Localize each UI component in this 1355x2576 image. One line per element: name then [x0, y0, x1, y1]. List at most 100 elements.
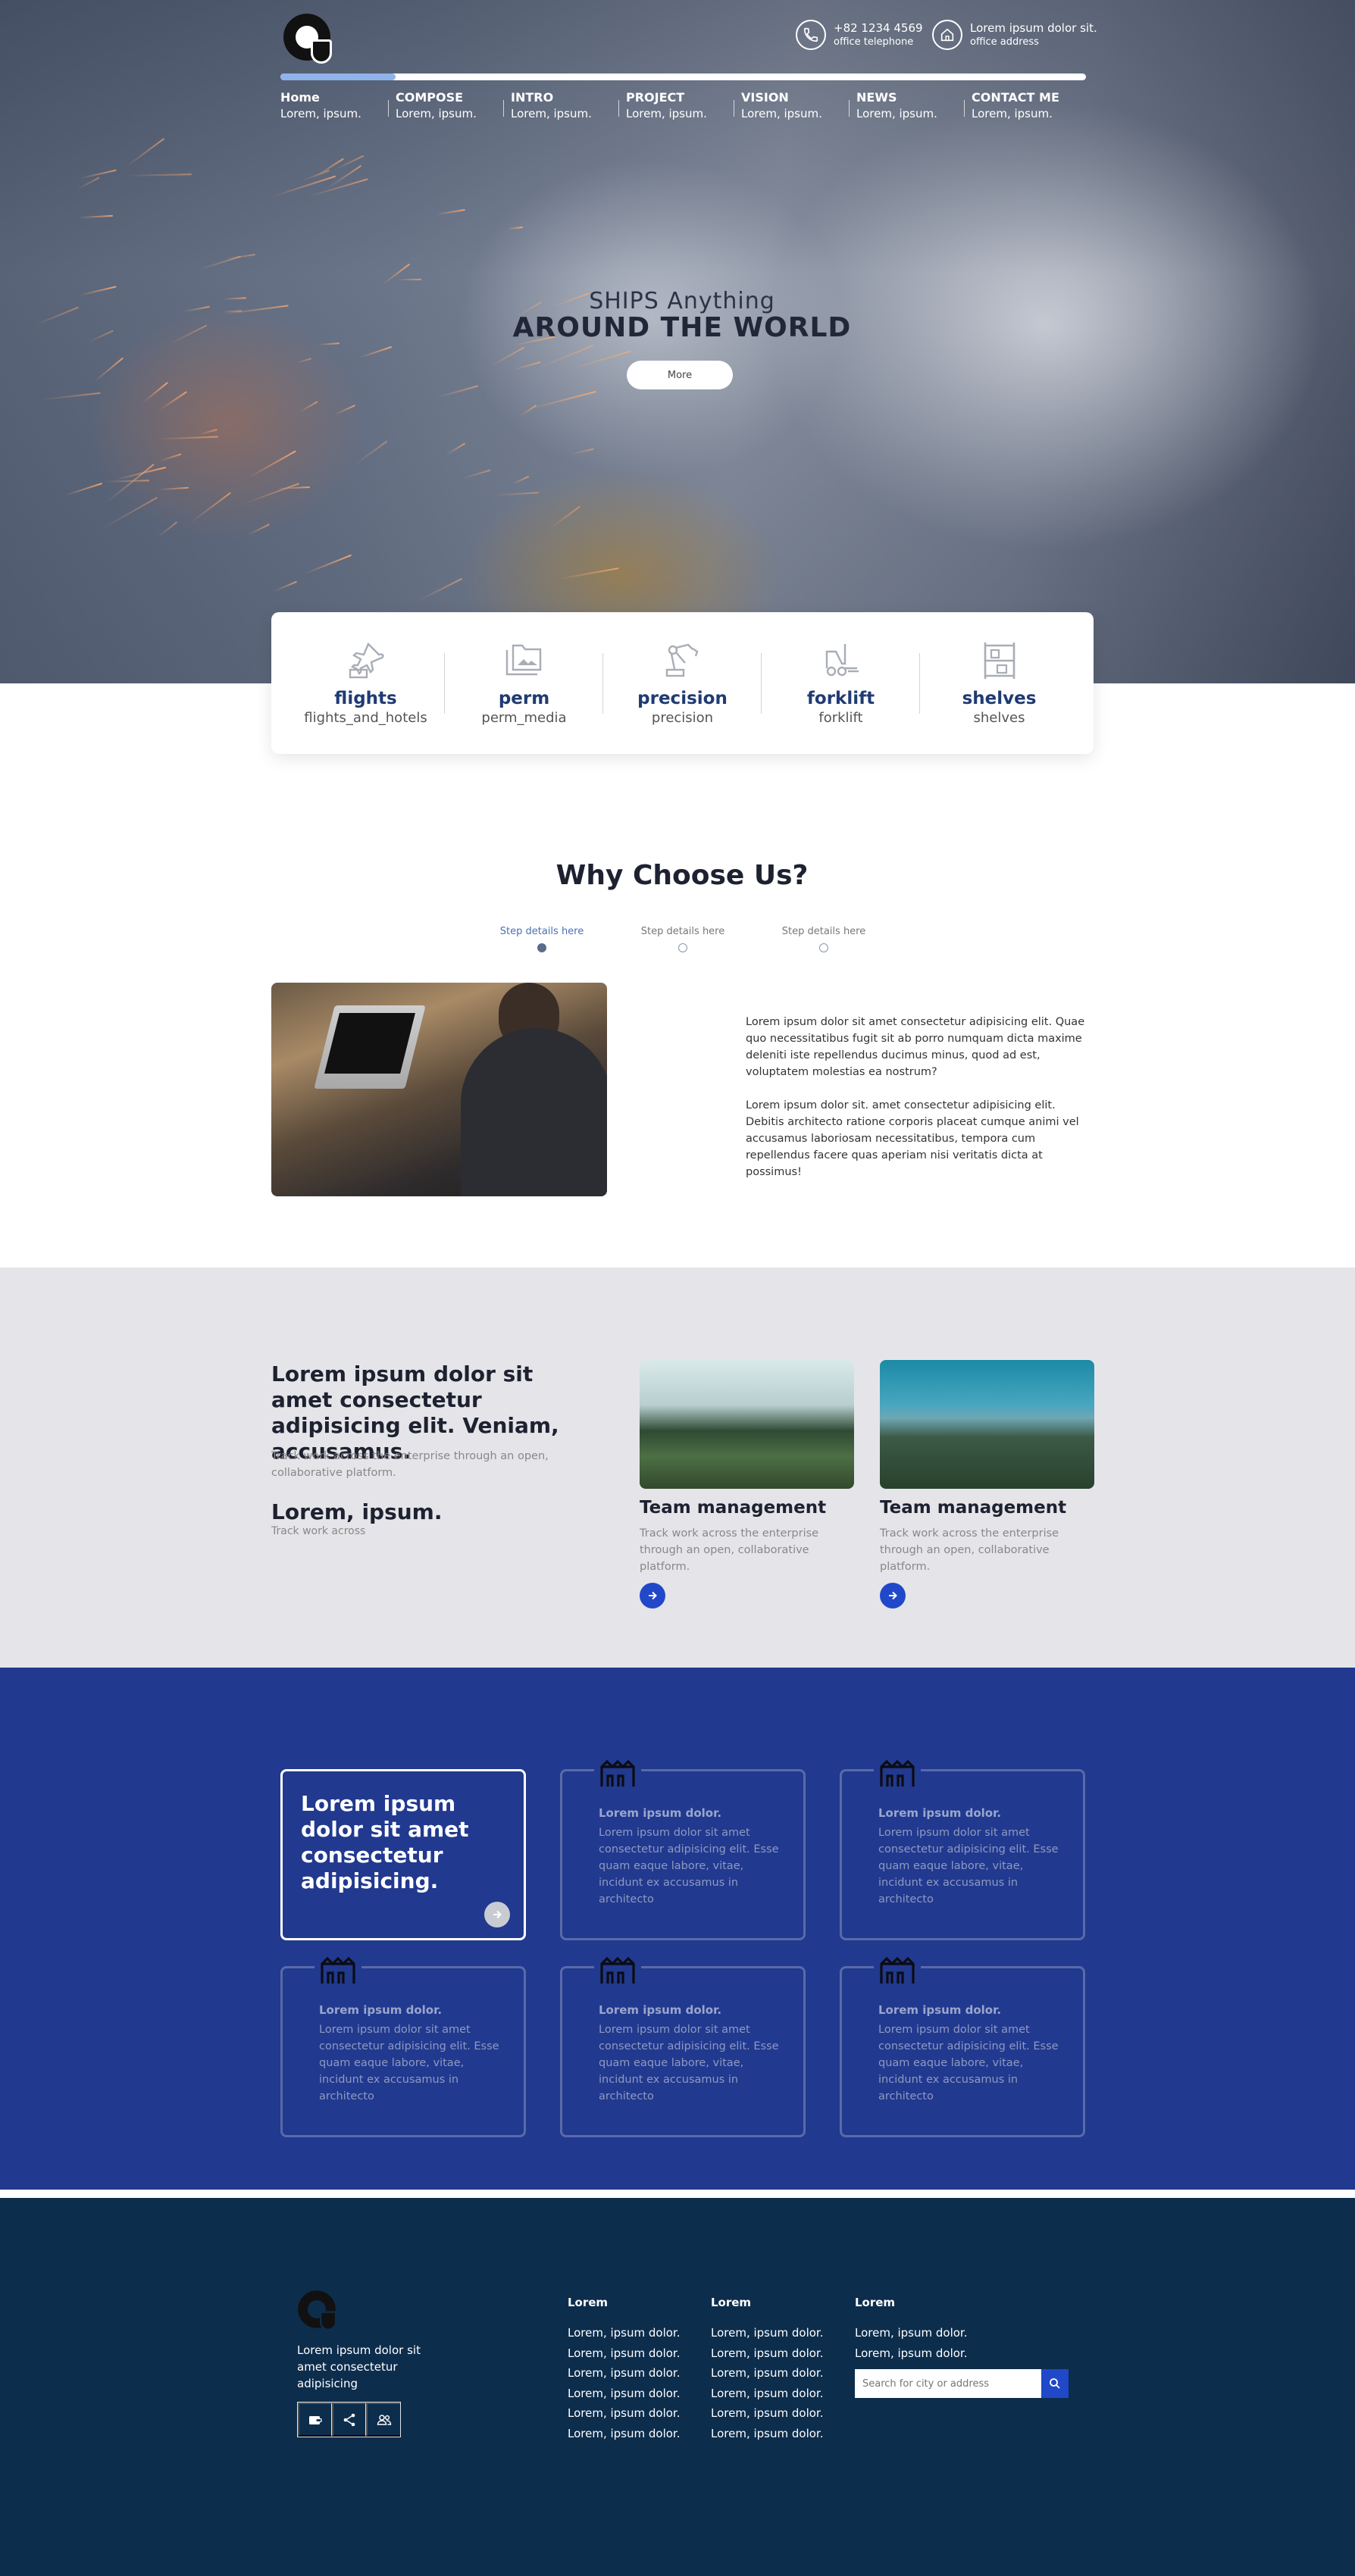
service-precision[interactable]: precision precision	[603, 639, 762, 727]
forest-lake-photo	[640, 1360, 854, 1489]
arrow-right-icon	[493, 1910, 502, 1919]
share-button[interactable]	[332, 2402, 366, 2437]
footer-column-1: Lorem Lorem, ipsum dolor. Lorem, ipsum d…	[568, 2296, 680, 2443]
building-icon	[594, 1758, 641, 1788]
search-input[interactable]	[855, 2369, 1041, 2398]
precision-manufacturing-icon	[665, 643, 698, 677]
hero-title: AROUND THE WORLD	[512, 312, 852, 343]
logo[interactable]	[280, 11, 335, 65]
footer-link[interactable]: Lorem, ipsum dolor.	[855, 2343, 967, 2364]
coast-forest-photo	[880, 1360, 1094, 1489]
flight-hotel-icon	[349, 642, 384, 678]
nav-item-project[interactable]: PROJECT Lorem, ipsum.	[618, 89, 741, 121]
arrow-right-icon	[649, 1591, 657, 1600]
footer-link[interactable]: Lorem, ipsum dolor.	[568, 2384, 680, 2404]
services-bar: flights flights_and_hotels perm perm_med…	[271, 612, 1094, 754]
contact-phone[interactable]: +82 1234 4569 office telephone	[796, 20, 923, 50]
building-icon	[874, 1758, 921, 1788]
building-icon	[314, 1955, 361, 1985]
feature-card[interactable]: Lorem ipsum dolor. Lorem ipsum dolor sit…	[560, 1955, 806, 2137]
service-perm[interactable]: perm perm_media	[445, 639, 603, 727]
service-shelves[interactable]: shelves shelves	[920, 639, 1078, 727]
hero-subtitle: SHIPS Anything	[589, 288, 775, 314]
share-icon	[343, 2413, 355, 2426]
team-card-arrow-button[interactable]	[880, 1583, 906, 1608]
featured-title: Lorem ipsum dolor sit amet consectetur a…	[301, 1791, 469, 1893]
footer-column-2: Lorem Lorem, ipsum dolor. Lorem, ipsum d…	[711, 2296, 823, 2443]
nav-progress-bar	[280, 73, 1086, 80]
step-dot	[819, 943, 828, 952]
nav-item-home[interactable]: Home Lorem, ipsum.	[280, 89, 396, 121]
footer-column-3: Lorem Lorem, ipsum dolor. Lorem, ipsum d…	[855, 2296, 967, 2363]
group-button[interactable]	[366, 2402, 400, 2437]
footer-link[interactable]: Lorem, ipsum dolor.	[711, 2363, 823, 2384]
why-description: Lorem ipsum dolor sit amet consectetur a…	[746, 1014, 1087, 1180]
perm-media-icon	[505, 644, 541, 675]
footer-description: Lorem ipsum dolor sit amet consectetur a…	[297, 2343, 421, 2390]
home-icon	[932, 20, 962, 50]
footer-link[interactable]: Lorem, ipsum dolor.	[711, 2424, 823, 2444]
why-paragraph: Lorem ipsum dolor sit. amet consectetur …	[746, 1099, 1079, 1178]
nav-item-contact[interactable]: CONTACT ME Lorem, ipsum.	[964, 89, 1087, 121]
service-flights[interactable]: flights flights_and_hotels	[286, 639, 445, 727]
arrow-right-icon	[889, 1591, 897, 1600]
team-card-text: Track work across the enterprise through…	[880, 1527, 1059, 1573]
footer-link[interactable]: Lorem, ipsum dolor.	[568, 2323, 680, 2343]
contact-address[interactable]: Lorem ipsum dolor sit. office address	[932, 20, 1097, 50]
wallet-button[interactable]	[298, 2402, 332, 2437]
why-title: Why Choose Us?	[555, 860, 809, 891]
address-text: Lorem ipsum dolor sit.	[970, 21, 1097, 35]
building-icon	[874, 1955, 921, 1985]
search-button[interactable]	[1041, 2369, 1069, 2398]
feature-card-featured[interactable]: Lorem ipsum dolor sit amet consectetur a…	[280, 1769, 526, 1940]
step-dot	[537, 943, 546, 952]
why-paragraph: Lorem ipsum dolor sit amet consectetur a…	[746, 1016, 1085, 1078]
phone-label: office telephone	[834, 36, 914, 48]
footer-link[interactable]: Lorem, ipsum dolor.	[855, 2323, 967, 2343]
shield-icon	[311, 39, 332, 64]
nav-item-compose[interactable]: COMPOSE Lorem, ipsum.	[388, 89, 511, 121]
team-card-arrow-button[interactable]	[640, 1583, 665, 1608]
footer-social-buttons	[297, 2402, 401, 2437]
footer-link[interactable]: Lorem, ipsum dolor.	[568, 2403, 680, 2424]
team-card-title: Team management	[880, 1498, 1067, 1518]
footer-link[interactable]: Lorem, ipsum dolor.	[711, 2323, 823, 2343]
wallet-icon	[309, 2415, 322, 2424]
nav-item-intro[interactable]: INTRO Lorem, ipsum.	[503, 89, 626, 121]
team-card-text: Track work across the enterprise through…	[640, 1527, 819, 1573]
phone-number: +82 1234 4569	[834, 21, 923, 35]
address-label: office address	[970, 36, 1039, 48]
more-button[interactable]: More	[627, 361, 733, 389]
shelves-icon	[984, 642, 1015, 679]
forklift-icon	[825, 643, 859, 676]
footer-search	[855, 2369, 1069, 2398]
team-card-1: Team management Track work across the en…	[640, 1360, 854, 1608]
search-icon	[1050, 2378, 1060, 2389]
nav-item-news[interactable]: NEWS Lorem, ipsum.	[849, 89, 972, 121]
feature-card[interactable]: Lorem ipsum dolor. Lorem ipsum dolor sit…	[840, 1955, 1085, 2137]
footer-link[interactable]: Lorem, ipsum dolor.	[711, 2384, 823, 2404]
feature-card[interactable]: Lorem ipsum dolor. Lorem ipsum dolor sit…	[560, 1758, 806, 1940]
footer-logo[interactable]	[296, 2288, 340, 2332]
step-1[interactable]: Step details here	[496, 926, 587, 952]
feature-card[interactable]: Lorem ipsum dolor. Lorem ipsum dolor sit…	[840, 1758, 1085, 1940]
team-subheading: Lorem, ipsum.	[271, 1499, 443, 1524]
step-2[interactable]: Step details here	[637, 926, 728, 952]
team-small-text: Track work across	[271, 1525, 366, 1537]
laptop-photo	[271, 983, 607, 1196]
step-3[interactable]: Step details here	[778, 926, 869, 952]
featured-arrow-button[interactable]	[484, 1902, 510, 1927]
feature-card[interactable]: Lorem ipsum dolor. Lorem ipsum dolor sit…	[280, 1955, 526, 2137]
nav-item-vision[interactable]: VISION Lorem, ipsum.	[734, 89, 856, 121]
team-description: Track work across the enterprise through…	[271, 1450, 549, 1479]
footer-link[interactable]: Lorem, ipsum dolor.	[568, 2363, 680, 2384]
team-card-2: Team management Track work across the en…	[880, 1360, 1094, 1608]
shield-icon	[320, 2311, 337, 2331]
step-dot	[678, 943, 687, 952]
footer-link[interactable]: Lorem, ipsum dolor.	[711, 2403, 823, 2424]
footer-link[interactable]: Lorem, ipsum dolor.	[711, 2343, 823, 2364]
footer-link[interactable]: Lorem, ipsum dolor.	[568, 2424, 680, 2444]
service-forklift[interactable]: forklift forklift	[762, 639, 920, 727]
footer-link[interactable]: Lorem, ipsum dolor.	[568, 2343, 680, 2364]
building-icon	[594, 1955, 641, 1985]
